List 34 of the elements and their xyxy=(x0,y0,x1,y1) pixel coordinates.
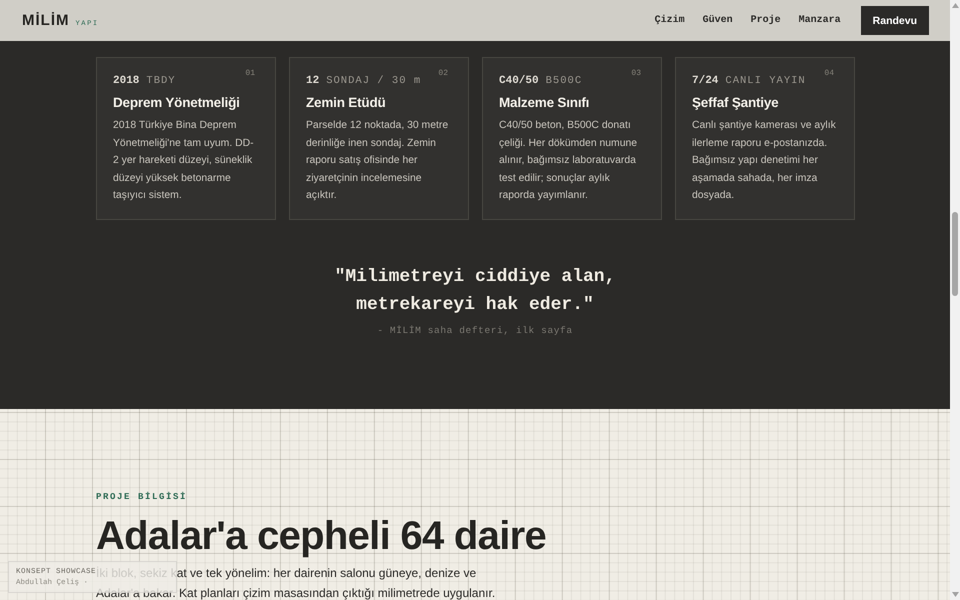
card-title: Deprem Yönetmeliği xyxy=(113,94,241,112)
card-text: Canlı şantiye kamerası ve aylık ilerleme raporu e-postanızda. Bağımsız yapı denetimi her aşamada sahada, her imza dosyada. xyxy=(692,119,837,204)
card-text: 2018 Türkiye Bina Deprem Yönetmeliği'ne tam uyum. DD-2 yer hareketi düzeyi, süneklik düzeyi yüksek betonarme taşıyıcı sistem. xyxy=(113,119,255,204)
section-heading: Adalar'a cepheli 64 daire xyxy=(96,514,546,558)
card-number: 01 xyxy=(245,69,255,79)
stat-figure: 12 xyxy=(306,74,320,88)
appointment-button[interactable]: Randevu xyxy=(860,6,929,35)
quote-source: - MİLİM saha defteri, ilk sayfa xyxy=(377,325,573,337)
card-number: 04 xyxy=(824,69,834,79)
stat-figure: C40/50 xyxy=(499,74,539,88)
nav-link[interactable]: Manzara xyxy=(798,14,841,28)
card-title: Zemin Etüdü xyxy=(306,94,387,112)
nav-link[interactable]: Güven xyxy=(702,14,733,28)
card-text: C40/50 beton, B500C donatı çeliği. Her dökümden numune alınır, bağımsız laboratuvarda test edilir; sonuçlar aylık raporda yayımlanır. xyxy=(499,119,638,204)
card-number: 03 xyxy=(631,69,641,79)
scrollbar-thumb[interactable] xyxy=(952,212,958,296)
stat-unit: SONDAJ / 30 m xyxy=(326,74,422,88)
card-number: 02 xyxy=(438,69,448,79)
scrollbar[interactable] xyxy=(950,0,960,600)
logo-text[interactable]: MİLİM xyxy=(22,12,70,30)
nav-link[interactable]: Çizim xyxy=(654,14,685,28)
card-text: Parselde 12 noktada, 30 metre derinliğe inen sondaj. Zemin raporu satış ofisinde her ziyaretçinin incelemesine açıktır. xyxy=(306,119,450,204)
stat-unit: B500C xyxy=(546,74,582,88)
quote-text: "Milimetreyi ciddiye alan, metrekareyi hak eder." xyxy=(334,266,616,317)
stat-figure: 7/24 xyxy=(692,74,718,88)
card-title: Malzeme Sınıfı xyxy=(499,94,590,112)
nav-link[interactable]: Proje xyxy=(750,14,781,28)
scroll-down-icon[interactable] xyxy=(952,592,958,597)
scroll-up-icon[interactable] xyxy=(952,3,958,8)
stat-figure: 2018 xyxy=(113,74,140,88)
stat-unit: TBDY xyxy=(146,74,176,88)
card-title: Şeffaf Şantiye xyxy=(692,94,780,112)
section-eyebrow: PROJE BİLGİSİ xyxy=(96,491,188,503)
stat-unit: CANLI YAYIN xyxy=(725,74,806,88)
